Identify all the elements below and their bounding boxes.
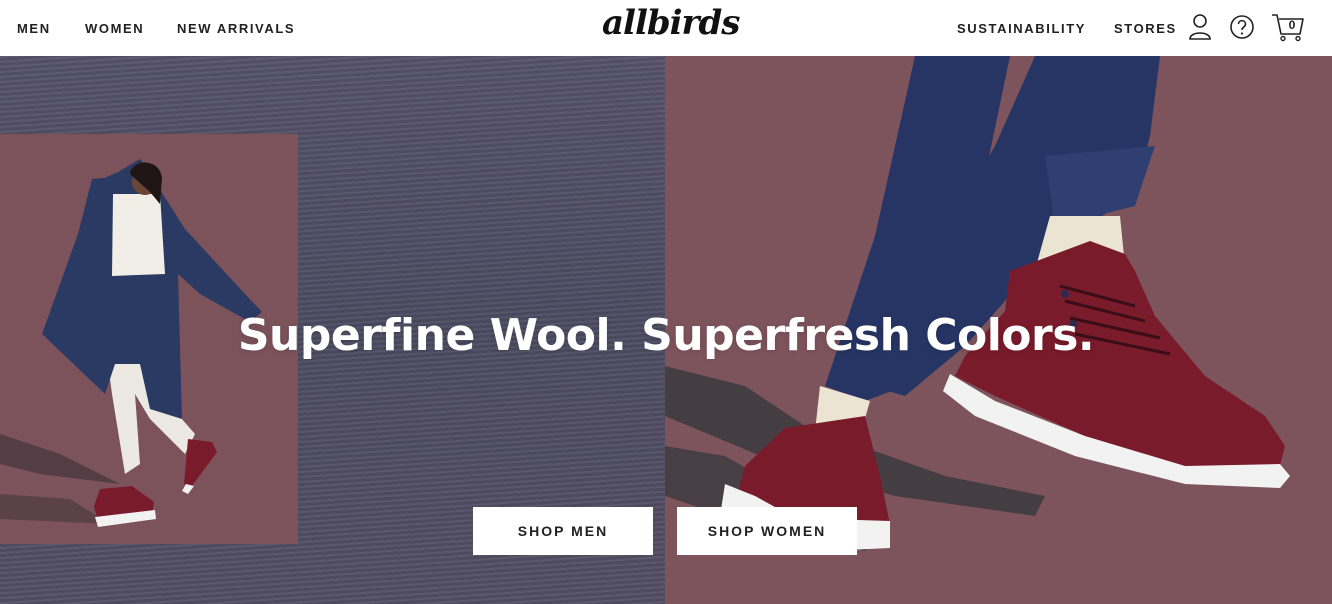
shop-women-button[interactable]: SHOP WOMEN: [677, 507, 857, 555]
nav-sustainability-link[interactable]: SUSTAINABILITY: [957, 21, 1086, 36]
shop-men-button[interactable]: SHOP MEN: [473, 507, 653, 555]
hero-headline: Superfine Wool. Superfresh Colors.: [237, 310, 1095, 361]
cart-count-badge: 0: [1288, 18, 1296, 32]
nav-new-arrivals-link[interactable]: NEW ARRIVALS: [177, 21, 295, 36]
nav-women-link[interactable]: WOMEN: [85, 21, 144, 36]
brand-logo[interactable]: allbirds: [602, 3, 740, 43]
site-header: MEN WOMEN NEW ARRIVALS allbirds SUSTAINA…: [0, 0, 1332, 56]
hero-banner: Superfine Wool. Superfresh Colors. SHOP …: [0, 56, 1332, 604]
nav-men-link[interactable]: MEN: [17, 21, 51, 36]
nav-stores-link[interactable]: STORES: [1114, 21, 1177, 36]
help-icon[interactable]: [1228, 12, 1256, 42]
account-icon[interactable]: [1186, 12, 1214, 42]
